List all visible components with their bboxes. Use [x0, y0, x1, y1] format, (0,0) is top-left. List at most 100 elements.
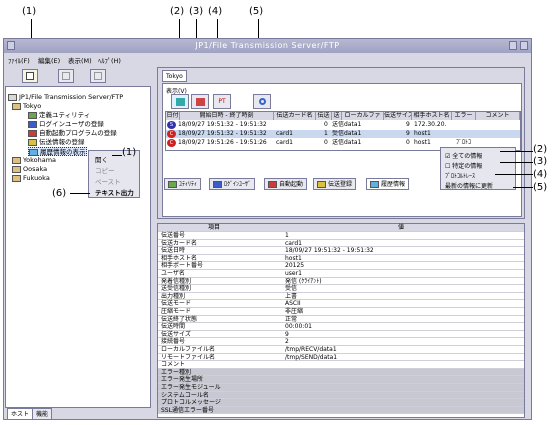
- tree-item-utility[interactable]: 定義ユティリティ: [28, 111, 90, 120]
- func-tab-label: 履歴情報: [381, 181, 406, 188]
- menu-all-info[interactable]: ☑ 全ての情報: [445, 151, 482, 160]
- func-tab-autostart[interactable]: 自動起動: [264, 178, 308, 190]
- detail-value: user1: [285, 270, 302, 277]
- func-tab-utility[interactable]: ﾕﾃｨﾘﾃｨ: [164, 178, 202, 190]
- detail-row[interactable]: 伝送番号 1: [158, 232, 524, 240]
- tab-host[interactable]: ホスト: [7, 408, 34, 420]
- protocol-trace-button[interactable]: PT: [213, 94, 231, 109]
- detail-row[interactable]: 発着信種別 発信 (ｸﾗｲｱﾝﾄ): [158, 278, 524, 286]
- context-paste[interactable]: ペースト: [95, 176, 121, 186]
- menu-refresh[interactable]: 最新の情報に更新: [445, 181, 493, 190]
- func-tab-history[interactable]: 履歴情報: [366, 178, 410, 190]
- table-row[interactable]: S 18/09/27 19:51:32 - 19:51:32 0 送信 data…: [166, 121, 520, 129]
- detail-row[interactable]: ローカルファイル名/tmp/RECV/data1: [158, 346, 524, 354]
- toolbar-button-1[interactable]: [22, 69, 38, 83]
- context-open[interactable]: 開く: [95, 154, 108, 164]
- menu-view[interactable]: 表示(M): [68, 55, 92, 65]
- autostart-icon: [28, 129, 37, 137]
- detail-key: システムコール名: [161, 391, 209, 399]
- col-card[interactable]: 伝送カード名: [274, 112, 316, 120]
- col-local[interactable]: ローカルファ: [342, 112, 384, 120]
- maximize-icon[interactable]: [520, 41, 528, 50]
- tree-item-history[interactable]: 履歴情報の表示: [28, 147, 87, 156]
- detail-row[interactable]: リモートファイル名/tmp/SEND/data1: [158, 354, 524, 362]
- tree-item-transmission[interactable]: 伝送情報の登録: [28, 138, 85, 147]
- callout-r5: (5): [533, 182, 548, 193]
- tab-function[interactable]: 機能: [32, 408, 53, 420]
- tree-host-fukuoka[interactable]: Fukuoka: [12, 174, 50, 183]
- detail-value: 受信: [285, 285, 298, 293]
- col-trans[interactable]: 伝送: [316, 112, 332, 120]
- context-text-output[interactable]: テキスト出力: [95, 187, 134, 197]
- detail-row[interactable]: システムコール名: [158, 391, 524, 400]
- detail-row[interactable]: ユーザ名 user1: [158, 270, 524, 278]
- detail-row[interactable]: 伝送終了状態 正常: [158, 316, 524, 324]
- detail-row[interactable]: 伝送日時 18/09/27 19:51:32 - 19:51:32: [158, 247, 524, 255]
- col-comment[interactable]: コメント: [476, 112, 520, 120]
- detail-row[interactable]: 相手ホスト名 host1: [158, 255, 524, 263]
- col-start-end[interactable]: 開始日時 - 終了時刻: [180, 112, 274, 120]
- callout-r2: (2): [533, 144, 548, 155]
- menu-edit[interactable]: 編集(E): [38, 55, 60, 65]
- host-icon: [12, 174, 21, 182]
- toolbar-button-3[interactable]: [90, 69, 106, 83]
- tree-host-yokohama[interactable]: Yokohama: [12, 156, 56, 165]
- detail-row[interactable]: コメント: [158, 361, 524, 369]
- detail-value: 1: [285, 232, 289, 239]
- detail-row[interactable]: 送受信種別 受信: [158, 285, 524, 293]
- tree-host-oosaka[interactable]: Oosaka: [12, 165, 47, 174]
- col-host[interactable]: 相手ホスト名: [412, 112, 452, 120]
- status-icon: S: [167, 121, 176, 129]
- table-cell: 9: [406, 121, 410, 128]
- tree-panel: JP1/File Transmission Server/FTP Tokyo 定…: [5, 86, 151, 408]
- col-error[interactable]: エラー: [452, 112, 476, 120]
- detail-key: 相手ポート番号: [161, 262, 204, 270]
- detail-key: 伝送カード名: [161, 239, 198, 247]
- detail-value: /tmp/SEND/data1: [285, 353, 338, 361]
- col-date[interactable]: 日付: [166, 112, 180, 120]
- history-toolbar-button-3[interactable]: [191, 94, 209, 109]
- detail-row[interactable]: エラー種別: [158, 368, 524, 377]
- detail-row[interactable]: エラー発生場所: [158, 376, 524, 384]
- toolbar-button-2[interactable]: [58, 69, 74, 83]
- callout-line: [112, 155, 122, 156]
- menu-specific-info[interactable]: ☐ 特定の情報: [445, 161, 482, 170]
- detail-row[interactable]: 圧縮モード 非圧縮: [158, 308, 524, 316]
- detail-row[interactable]: 接続番号 2: [158, 338, 524, 346]
- tree-item-autostart[interactable]: 自動起動プログラムの登録: [28, 129, 117, 138]
- refresh-button[interactable]: [253, 94, 271, 109]
- menu-help[interactable]: ﾍﾙﾌﾟ(H): [98, 55, 121, 65]
- refresh-icon: [259, 98, 266, 105]
- func-tab-login[interactable]: ﾛｸﾞｲﾝﾕｰｻﾞ: [209, 178, 256, 190]
- col-size[interactable]: 伝送サイズ: [384, 112, 412, 120]
- tree-root[interactable]: JP1/File Transmission Server/FTP: [8, 93, 123, 102]
- detail-value: 2: [285, 338, 289, 346]
- col-send[interactable]: 送: [332, 112, 342, 120]
- detail-row[interactable]: SSL通信エラー番号: [158, 406, 524, 415]
- table-row[interactable]: C 18/09/27 19:51:26 - 19:51:26 card1 0 送…: [166, 139, 520, 147]
- menu-protocol-trace[interactable]: ﾌﾟﾛﾄｺﾙﾄﾚｰｽ: [445, 171, 475, 180]
- context-copy[interactable]: コピー: [95, 165, 115, 175]
- menu-file[interactable]: ﾌｧｲﾙ(F): [8, 55, 30, 65]
- table-cell: 0: [324, 139, 328, 146]
- detail-row[interactable]: エラー発生モジュール: [158, 384, 524, 392]
- minimize-icon[interactable]: [509, 41, 517, 50]
- history-toolbar-button-2[interactable]: [171, 94, 189, 109]
- server-icon: [8, 93, 17, 101]
- detail-row[interactable]: 伝送モード ASCII: [158, 300, 524, 308]
- func-tab-transmission[interactable]: 伝送登録: [313, 178, 357, 190]
- detail-row[interactable]: 出力種別 上書: [158, 293, 524, 301]
- callout-6: (6): [52, 188, 67, 199]
- detail-row[interactable]: 伝送時間 00:00:01: [158, 323, 524, 331]
- table-row[interactable]: C 18/09/27 19:51:32 - 19:51:32 card1 1 受…: [166, 130, 520, 138]
- tab-tokyo[interactable]: Tokyo: [162, 70, 187, 82]
- tree-host-tokyo[interactable]: Tokyo: [12, 102, 41, 111]
- transmission-icon: [28, 138, 37, 146]
- detail-row[interactable]: 伝送カード名 card1: [158, 240, 524, 248]
- detail-row[interactable]: 相手ポート番号 20125: [158, 262, 524, 270]
- status-icon: C: [167, 130, 176, 138]
- func-tab-label: 自動起動: [279, 181, 304, 188]
- tree-item-login-user[interactable]: ログインユーザの登録: [28, 120, 104, 129]
- detail-row[interactable]: プロトコルメッセージ: [158, 399, 524, 407]
- detail-row[interactable]: 伝送サイズ 9: [158, 331, 524, 339]
